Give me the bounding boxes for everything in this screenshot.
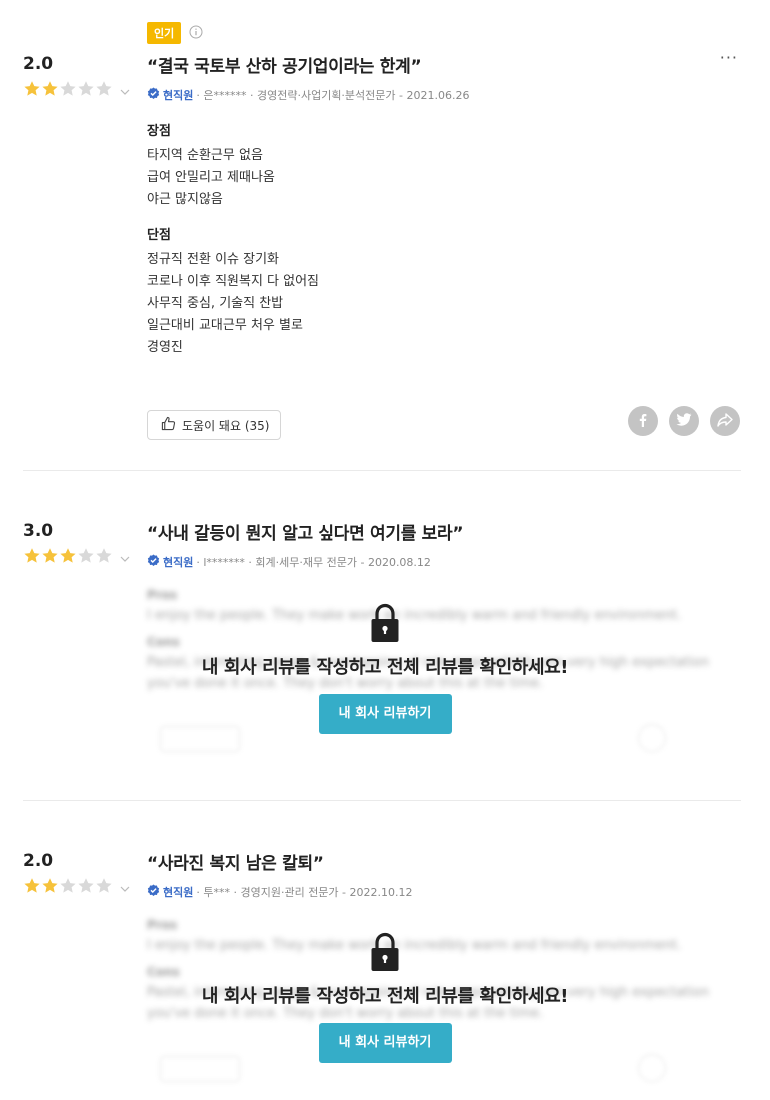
pros-line: 타지역 순환근무 없음 bbox=[147, 148, 263, 163]
star-filled-icon bbox=[41, 547, 59, 565]
lock-message: 내 회사 리뷰를 작성하고 전체 리뷰를 확인하세요! bbox=[201, 657, 569, 678]
chevron-down-icon[interactable] bbox=[119, 83, 131, 95]
star-empty-icon bbox=[59, 80, 77, 98]
star-filled-icon bbox=[41, 80, 59, 98]
star-empty-icon bbox=[77, 547, 95, 565]
rating-score: 3.0 bbox=[23, 521, 54, 541]
pros-heading: 장점 bbox=[147, 124, 171, 139]
star-filled-icon bbox=[59, 547, 77, 565]
share-arrow-icon bbox=[717, 412, 733, 431]
cons-line: 경영진 bbox=[147, 340, 183, 355]
verified-icon bbox=[147, 884, 160, 900]
twitter-icon bbox=[676, 412, 692, 431]
review-body: “사내 갈등이 뭔지 알고 싶다면 여기를 보라” 현직원 · l*******… bbox=[147, 519, 742, 570]
pros-line: 급여 안밀리고 제때나옴 bbox=[147, 170, 275, 185]
review-meta-text: · 은****** · 경영전략·사업기획·분석전문가 - 2021.06.26 bbox=[196, 89, 470, 102]
review-meta: 현직원 · 투*** · 경영지원·관리 전문가 - 2022.10.12 bbox=[147, 884, 742, 900]
review-card-locked: 3.0 “사내 갈등이 뭔지 알고 싶다면 여기를 보라” 현직원 · l***… bbox=[0, 471, 770, 800]
write-review-button[interactable]: 내 회사 리뷰하기 bbox=[318, 1023, 452, 1063]
star-empty-icon bbox=[77, 80, 95, 98]
review-card-locked: 2.0 “사라진 복지 남은 칼퇴” 현직원 · 투*** · 경영지원·관리 … bbox=[0, 801, 770, 1100]
verified-label: 현직원 bbox=[163, 886, 194, 899]
rating-stars[interactable] bbox=[23, 80, 131, 98]
rating-column: 2.0 bbox=[23, 54, 130, 96]
pros-list: 타지역 순환근무 없음 급여 안밀리고 제때나옴 야근 많지않음 bbox=[147, 145, 742, 211]
star-filled-icon bbox=[23, 80, 41, 98]
info-icon[interactable] bbox=[189, 24, 203, 43]
review-meta-text: · l******* · 회계·세무·재무 전문가 - 2020.08.12 bbox=[196, 556, 431, 569]
review-meta: 현직원 · l******* · 회계·세무·재무 전문가 - 2020.08.… bbox=[147, 554, 742, 570]
review-title: “결국 국토부 산하 공기업이라는 한계” bbox=[147, 57, 422, 77]
review-body: 인기 “결국 국토부 산하 공기업이라는 한계” 현직원 · 은****** ·… bbox=[147, 22, 742, 359]
star-empty-icon bbox=[59, 877, 77, 895]
star-filled-icon bbox=[23, 877, 41, 895]
review-meta-text: · 투*** · 경영지원·관리 전문가 - 2022.10.12 bbox=[196, 886, 413, 899]
cons-list: 정규직 전환 이슈 장기화 코로나 이후 직원복지 다 없어짐 사무직 중심, … bbox=[147, 249, 742, 359]
cons-line: 정규직 전환 이슈 장기화 bbox=[147, 252, 279, 267]
chevron-down-icon[interactable] bbox=[119, 550, 131, 562]
cons-line: 코로나 이후 직원복지 다 없어짐 bbox=[147, 274, 320, 289]
rating-column: 3.0 bbox=[23, 521, 130, 563]
write-review-button[interactable]: 내 회사 리뷰하기 bbox=[318, 694, 452, 734]
more-options-button[interactable]: ··· bbox=[720, 48, 738, 67]
twitter-share-button[interactable] bbox=[669, 406, 699, 436]
blurred-pros-heading: Pros bbox=[147, 588, 178, 602]
share-button[interactable] bbox=[710, 406, 740, 436]
verified-icon bbox=[147, 87, 160, 103]
review-body: “사라진 복지 남은 칼퇴” 현직원 · 투*** · 경영지원·관리 전문가 … bbox=[147, 849, 742, 900]
blurred-pros-heading: Pros bbox=[147, 918, 178, 932]
pros-line: 야근 많지않음 bbox=[147, 192, 223, 207]
cons-line: 일근대비 교대근무 처우 별로 bbox=[147, 318, 303, 333]
review-meta: 현직원 · 은****** · 경영전략·사업기획·분석전문가 - 2021.0… bbox=[147, 87, 742, 103]
verified-label: 현직원 bbox=[163, 89, 194, 102]
chevron-down-icon[interactable] bbox=[119, 880, 131, 892]
thumbs-up-icon bbox=[161, 416, 176, 434]
star-filled-icon bbox=[23, 547, 41, 565]
lock-message: 내 회사 리뷰를 작성하고 전체 리뷰를 확인하세요! bbox=[201, 986, 569, 1007]
cons-line: 사무직 중심, 기술직 찬밥 bbox=[147, 296, 284, 311]
verified-icon bbox=[147, 554, 160, 570]
star-empty-icon bbox=[95, 80, 113, 98]
review-title: “사내 갈등이 뭔지 알고 싶다면 여기를 보라” bbox=[147, 524, 464, 544]
rating-stars[interactable] bbox=[23, 877, 131, 895]
facebook-icon bbox=[636, 412, 650, 431]
facebook-share-button[interactable] bbox=[628, 406, 658, 436]
review-card: 2.0 인기 “결국 국토부 산하 공기업이라는 한계” 현직원 · 은****… bbox=[0, 0, 770, 470]
star-empty-icon bbox=[95, 877, 113, 895]
helpful-label: 도움이 돼요 (35) bbox=[182, 418, 270, 433]
helpful-button[interactable]: 도움이 돼요 (35) bbox=[147, 410, 282, 440]
lock-icon bbox=[370, 932, 400, 976]
verified-label: 현직원 bbox=[163, 556, 194, 569]
rating-stars[interactable] bbox=[23, 547, 131, 565]
cons-heading: 단점 bbox=[147, 228, 171, 243]
rating-score: 2.0 bbox=[23, 54, 54, 74]
lock-overlay: 내 회사 리뷰를 작성하고 전체 리뷰를 확인하세요! 내 회사 리뷰하기 bbox=[0, 932, 770, 1063]
star-empty-icon bbox=[77, 877, 95, 895]
rating-column: 2.0 bbox=[23, 851, 130, 893]
lock-icon bbox=[370, 603, 400, 647]
review-title: “사라진 복지 남은 칼퇴” bbox=[147, 854, 324, 874]
star-filled-icon bbox=[41, 877, 59, 895]
rating-score: 2.0 bbox=[23, 851, 54, 871]
star-empty-icon bbox=[95, 547, 113, 565]
lock-overlay: 내 회사 리뷰를 작성하고 전체 리뷰를 확인하세요! 내 회사 리뷰하기 bbox=[0, 603, 770, 734]
popular-badge: 인기 bbox=[147, 22, 182, 44]
